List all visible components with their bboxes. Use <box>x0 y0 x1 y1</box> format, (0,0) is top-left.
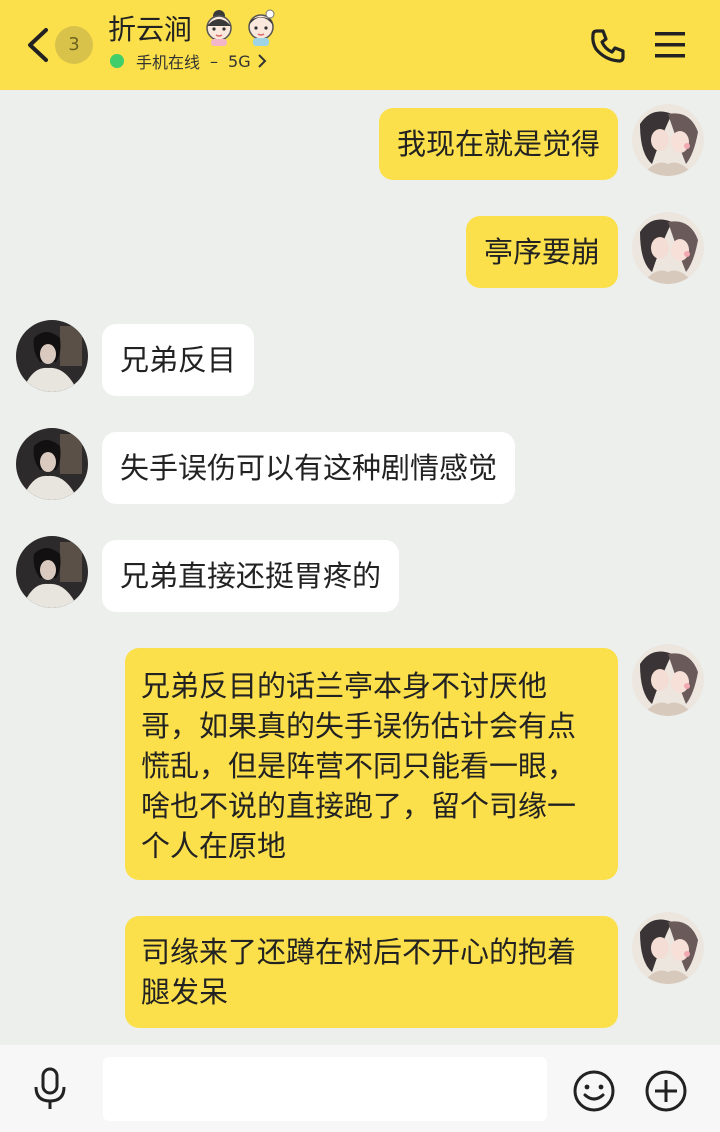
contact-avatar[interactable] <box>16 536 88 608</box>
anime-couple-avatar-icon <box>632 104 704 176</box>
message-row: 失手误伤可以有这种剧情感觉 <box>0 428 720 506</box>
back-button[interactable] <box>24 26 54 66</box>
message-row: 兄弟直接还挺胃疼的 <box>0 536 720 614</box>
dark-portrait-avatar-icon <box>16 428 88 500</box>
my-avatar[interactable] <box>632 644 704 716</box>
online-status[interactable]: 手机在线 – 5G <box>110 50 267 72</box>
microphone-icon <box>34 1067 66 1109</box>
smiley-face-icon <box>573 1070 615 1112</box>
chat-header: 3 折云涧 手机在线 – 5G <box>0 0 720 90</box>
anime-couple-avatar-icon <box>632 912 704 984</box>
chevron-left-icon <box>28 28 48 62</box>
my-avatar[interactable] <box>632 104 704 176</box>
message-row: 司缘来了还蹲在树后不开心的抱着腿发呆 <box>0 912 720 1028</box>
plus-circle-icon <box>645 1070 687 1112</box>
message-bubble[interactable]: 失手误伤可以有这种剧情感觉 <box>102 432 516 504</box>
contact-avatar[interactable] <box>16 428 88 500</box>
unread-count-badge[interactable]: 3 <box>55 26 93 64</box>
anime-couple-avatar-icon <box>632 644 704 716</box>
girl-avatar-icon <box>206 10 232 46</box>
emoji-button[interactable] <box>572 1069 616 1113</box>
dark-portrait-avatar-icon <box>16 320 88 392</box>
message-bubble[interactable]: 兄弟直接还挺胃疼的 <box>102 540 400 612</box>
message-row: 兄弟反目 <box>0 320 720 398</box>
message-row: 我现在就是觉得 <box>0 104 720 182</box>
message-input[interactable] <box>103 1057 547 1121</box>
dark-portrait-avatar-icon <box>16 536 88 608</box>
message-list[interactable]: 我现在就是觉得 亭序要崩 兄弟反目 失手误伤可以有这种剧情感觉 兄弟直接还挺胃疼… <box>0 90 720 1045</box>
input-bar <box>0 1045 720 1132</box>
anime-couple-avatar-icon <box>632 212 704 284</box>
menu-button[interactable] <box>654 30 686 60</box>
message-bubble[interactable]: 兄弟反目 <box>102 324 255 396</box>
boy-avatar-icon <box>248 9 275 46</box>
status-separator: – <box>210 51 219 71</box>
add-attachment-button[interactable] <box>644 1069 688 1113</box>
contact-avatar[interactable] <box>16 320 88 392</box>
message-row: 亭序要崩 <box>0 212 720 290</box>
message-bubble[interactable]: 司缘来了还蹲在树后不开心的抱着腿发呆 <box>125 916 618 1028</box>
contact-name[interactable]: 折云涧 <box>108 12 192 48</box>
my-avatar[interactable] <box>632 212 704 284</box>
message-bubble[interactable]: 兄弟反目的话兰亭本身不讨厌他哥，如果真的失手误伤估计会有点慌乱，但是阵营不同只能… <box>125 648 618 880</box>
message-row: 兄弟反目的话兰亭本身不讨厌他哥，如果真的失手误伤估计会有点慌乱，但是阵营不同只能… <box>0 644 720 880</box>
status-text: 手机在线 <box>136 53 201 72</box>
phone-call-button[interactable] <box>588 26 628 66</box>
voice-input-button[interactable] <box>30 1067 70 1111</box>
phone-icon <box>591 29 625 63</box>
online-dot-icon <box>110 54 124 68</box>
message-bubble[interactable]: 亭序要崩 <box>465 216 618 288</box>
network-label: 5G <box>228 51 251 71</box>
message-bubble[interactable]: 我现在就是觉得 <box>378 108 618 180</box>
chevron-right-icon <box>257 54 267 68</box>
hamburger-menu-icon <box>655 32 685 58</box>
my-avatar[interactable] <box>632 912 704 984</box>
